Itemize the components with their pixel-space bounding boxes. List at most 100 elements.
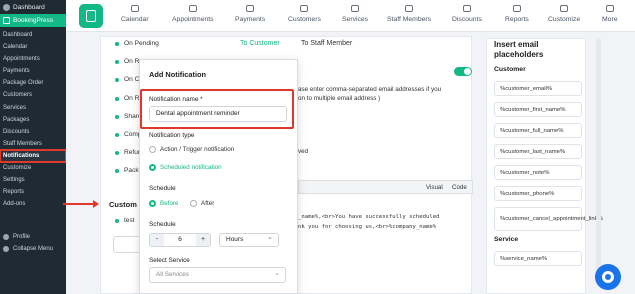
customize-icon <box>560 5 569 12</box>
nav-discounts[interactable]: Discounts <box>452 5 482 23</box>
custom-notification-test[interactable]: test <box>115 217 134 224</box>
stepper-value[interactable]: 6 <box>164 234 196 246</box>
placeholder-item[interactable]: %customer_cancel_appointment_link% <box>494 207 603 231</box>
annotation-arrow <box>63 203 94 205</box>
radio-after[interactable]: After <box>190 200 214 207</box>
tab-to-customer[interactable]: To Customer <box>240 40 280 47</box>
decrement-button[interactable]: - <box>150 234 164 246</box>
radio-circle-selected <box>149 200 156 207</box>
nav-payments[interactable]: Payments <box>235 5 265 23</box>
sidebar-item-appointments[interactable]: Appointments <box>0 53 66 65</box>
sidebar-item-dashboard[interactable]: Dashboard <box>0 29 66 41</box>
top-navigation: Calendar Appointments Payments Customers… <box>66 0 635 32</box>
nav-more[interactable]: More <box>602 5 618 23</box>
services-icon <box>351 5 360 12</box>
placeholder-item[interactable]: %customer_last_name% <box>494 144 582 159</box>
discounts-icon <box>462 5 471 12</box>
nav-calendar[interactable]: Calendar <box>121 5 149 23</box>
bookingpress-label: BookingPress <box>13 17 54 24</box>
subject-fragment: ved <box>298 148 309 155</box>
placeholder-item[interactable]: %customer_email% <box>494 81 582 96</box>
sidebar-item-package-order[interactable]: Package Order <box>0 77 66 89</box>
sidebar: Dashboard BookingPress Dashboard Calenda… <box>0 0 67 294</box>
radio-circle <box>190 200 197 207</box>
nav-reports[interactable]: Reports <box>505 5 529 23</box>
nav-services[interactable]: Services <box>342 5 368 23</box>
cc-hint-line2: on to multiple email address ) <box>298 95 381 102</box>
radio-circle-selected <box>149 164 156 171</box>
nav-appointments[interactable]: Appointments <box>172 5 214 23</box>
sidebar-item-packages[interactable]: Packages <box>0 114 66 126</box>
editor-code-tab[interactable]: Code <box>452 184 467 191</box>
nav-reports-label: Reports <box>505 16 529 23</box>
radio-before-label: Before <box>160 200 179 207</box>
nav-customize[interactable]: Customize <box>548 5 580 23</box>
collapse-icon <box>3 246 9 252</box>
calendar-icon <box>130 5 139 12</box>
radio-action-trigger[interactable]: Action / Trigger notification <box>149 146 234 153</box>
profile-label: Profile <box>13 234 31 240</box>
bookingpress-menu[interactable]: BookingPress <box>0 14 66 27</box>
schedule-unit-select[interactable]: Hours <box>219 232 279 247</box>
logo-icon <box>86 10 96 22</box>
radio-after-label: After <box>201 200 215 207</box>
reports-icon <box>512 5 521 12</box>
customers-icon <box>300 5 309 12</box>
sidebar-item-settings[interactable]: Settings <box>0 174 66 186</box>
schedule-amount-stepper: - 6 + <box>149 233 211 247</box>
placeholder-item[interactable]: %customer_full_name% <box>494 123 582 138</box>
placeholder-item[interactable]: %customer_phone% <box>494 186 582 201</box>
schedule-amount-label: Schedule <box>149 221 176 228</box>
appointments-icon <box>188 5 197 12</box>
sidebar-item-reports[interactable]: Reports <box>0 186 66 198</box>
tab-to-staff-member[interactable]: To Staff Member <box>301 40 352 47</box>
sidebar-profile[interactable]: Profile <box>0 231 66 243</box>
wp-dashboard-link[interactable]: Dashboard <box>0 0 66 14</box>
placeholder-item[interactable]: %service_name% <box>494 251 582 266</box>
editor-visual-tab[interactable]: Visual <box>426 184 443 191</box>
sidebar-item-services[interactable]: Services <box>0 102 66 114</box>
placeholders-title: Insert email placeholders <box>494 40 544 59</box>
sidebar-menu: Dashboard Calendar Appointments Payments… <box>0 27 67 210</box>
service-select[interactable]: All Services <box>149 267 286 283</box>
message-body-line1[interactable]: _name%,<br>You have successfully schedul… <box>298 214 439 220</box>
bookingpress-icon <box>3 17 10 24</box>
nav-customize-label: Customize <box>548 16 581 23</box>
nav-appointments-label: Appointments <box>172 16 214 23</box>
sidebar-item-customers[interactable]: Customers <box>0 89 66 101</box>
annotation-arrow-head <box>93 200 99 208</box>
nav-staff-members[interactable]: Staff Members <box>387 5 431 23</box>
enable-notification-toggle[interactable] <box>454 67 472 76</box>
sidebar-item-staff-members[interactable]: Staff Members <box>0 138 66 150</box>
nav-payments-label: Payments <box>235 16 266 23</box>
editor-toolbar <box>298 180 473 194</box>
notification-item[interactable]: On Pending <box>115 40 159 58</box>
sidebar-item-add-ons[interactable]: Add-ons <box>0 198 66 210</box>
nav-customers-label: Customers <box>288 16 321 23</box>
collapse-menu-button[interactable]: Collapse Menu <box>0 243 66 255</box>
nav-customers[interactable]: Customers <box>288 5 321 23</box>
help-button[interactable] <box>595 264 621 290</box>
sidebar-item-discounts[interactable]: Discounts <box>0 126 66 138</box>
placeholder-section-service: Service <box>494 236 519 243</box>
sidebar-item-customize[interactable]: Customize <box>0 162 66 174</box>
placeholder-item[interactable]: %customer_first_name% <box>494 102 582 117</box>
radio-scheduled-label: Scheduled notification <box>160 164 222 171</box>
sidebar-item-payments[interactable]: Payments <box>0 65 66 77</box>
message-body-line2[interactable]: nk you for choosing us,<br>%company_name… <box>298 224 436 230</box>
wp-dashboard-label: Dashboard <box>13 3 45 11</box>
increment-button[interactable]: + <box>196 234 210 246</box>
placeholders-scrollbar[interactable] <box>596 38 601 278</box>
radio-before[interactable]: Before <box>149 200 179 207</box>
payments-icon <box>246 5 255 12</box>
radio-circle <box>149 146 156 153</box>
placeholder-item[interactable]: %customer_note% <box>494 165 582 180</box>
placeholder-section-customer: Customer <box>494 66 526 73</box>
radio-scheduled[interactable]: Scheduled notification <box>149 164 222 171</box>
cc-hint-line1: ase enter comma-separated email addresse… <box>298 86 442 93</box>
radio-action-trigger-label: Action / Trigger notification <box>160 146 235 153</box>
sidebar-item-notifications[interactable]: Notifications <box>0 148 67 164</box>
nav-staff-members-label: Staff Members <box>387 16 432 23</box>
bookingpress-logo[interactable] <box>79 4 103 28</box>
sidebar-item-calendar[interactable]: Calendar <box>0 41 66 53</box>
